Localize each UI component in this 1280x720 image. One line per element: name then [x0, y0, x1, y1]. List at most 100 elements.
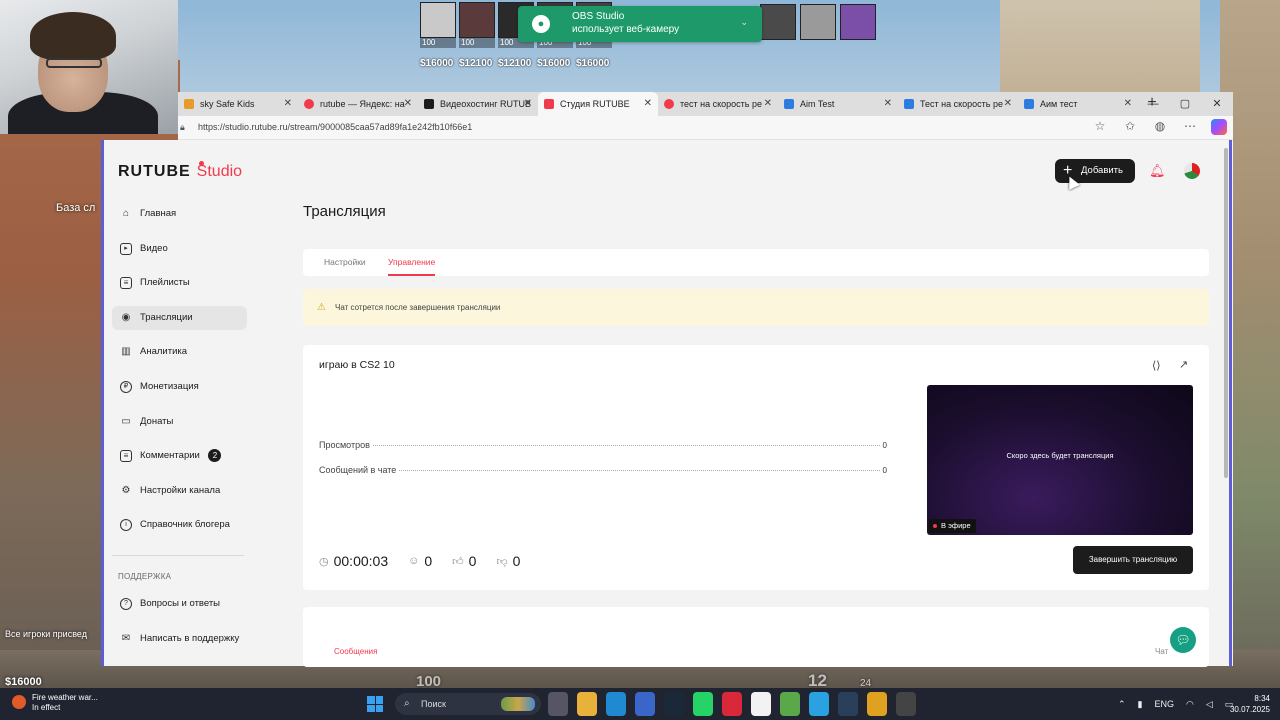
edge-icon[interactable] — [606, 692, 626, 716]
file-explorer-icon[interactable] — [577, 692, 597, 716]
maximize-icon[interactable]: ▢ — [1169, 92, 1201, 116]
player-hp: 100 — [459, 38, 495, 48]
store-icon[interactable] — [635, 692, 655, 716]
tab-label: Студия RUTUBE — [560, 99, 630, 109]
clock-icon: ◷ — [319, 555, 329, 568]
avatar[interactable] — [1184, 163, 1200, 179]
dislikes-value: 0 — [512, 553, 521, 569]
whatsapp-icon[interactable] — [693, 692, 713, 716]
tab-label: Видеохостинг RUTUB — [440, 99, 531, 109]
steam-icon[interactable] — [664, 692, 684, 716]
telegram-icon[interactable] — [809, 692, 829, 716]
close-icon[interactable]: ✕ — [404, 92, 412, 116]
more-icon[interactable]: ⋯ — [1181, 119, 1199, 135]
comments-icon: ≡ — [120, 450, 132, 463]
rutube-studio-logo[interactable]: RUTUBE Studio — [118, 161, 242, 183]
sidebar-item-monetization[interactable]: ₽ Монетизация — [112, 375, 247, 399]
hud-player: 100 $16000 — [420, 2, 456, 69]
close-icon[interactable]: ✕ — [764, 92, 772, 116]
sidebar-item-faq[interactable]: ? Вопросы и ответы — [112, 592, 247, 616]
obs-app-icon[interactable] — [896, 692, 916, 716]
taskbar-search[interactable]: ⌕ Поиск — [395, 693, 541, 715]
external-link-icon[interactable]: ↗ — [1179, 358, 1188, 371]
scrollbar-thumb[interactable] — [1224, 148, 1228, 478]
stream-preview[interactable]: Скоро здесь будет трансляция В эфире — [927, 385, 1193, 535]
tab-label: Тест на скорость ре — [920, 99, 1003, 109]
copilot-icon[interactable] — [1211, 119, 1227, 135]
tab-messages[interactable]: Сообщения — [334, 647, 377, 656]
volume-icon[interactable]: ◁ — [1206, 699, 1213, 710]
steam-2-icon[interactable] — [838, 692, 858, 716]
page-scrollbar[interactable] — [1222, 142, 1230, 664]
language-indicator[interactable]: ENG — [1155, 699, 1175, 709]
youtube-icon[interactable] — [722, 692, 742, 716]
taskbar-clock[interactable]: 8:34 30.07.2025 — [1226, 693, 1270, 715]
sidebar-item-broadcasts[interactable]: ◉ Трансляции — [112, 305, 247, 330]
star-icon[interactable]: ☆ — [1091, 119, 1109, 135]
tab-manage[interactable]: Управление — [388, 249, 435, 276]
tab-active-underline — [388, 274, 435, 276]
weather-widget[interactable]: Fire weather war... In effect — [12, 693, 98, 713]
browser-tab[interactable]: sky Safe Kids ✕ — [178, 92, 298, 116]
dislike-icon: 👎︎ — [496, 555, 508, 568]
tab-favicon — [184, 99, 194, 109]
close-icon[interactable]: ✕ — [1124, 92, 1132, 116]
weather-title: Fire weather war... — [32, 693, 98, 702]
cs2-icon[interactable] — [867, 692, 887, 716]
tab-label: Aim Test — [800, 99, 835, 109]
browser-tab[interactable]: Aim Test ✕ — [778, 92, 898, 116]
chevron-down-icon[interactable]: ⌄ — [740, 17, 748, 28]
browser-tab[interactable]: rutube — Яндекс: на ✕ — [298, 92, 418, 116]
sidebar-item-comments[interactable]: ≡ Комментарии 2 — [112, 444, 247, 468]
sidebar-item-channel-settings[interactable]: ⚙ Настройки канала — [112, 479, 247, 503]
lock-icon[interactable]: 🔒︎ — [180, 122, 185, 133]
browser-tab[interactable]: Аим тест ✕ — [1018, 92, 1138, 116]
browser-tab[interactable]: Видеохостинг RUTUB ✕ — [418, 92, 538, 116]
studio-sidebar: ⌂ Главная ▸ Видео ≡ Плейлисты ◉ Трансляц… — [112, 202, 247, 548]
clock-date: 30.07.2025 — [1229, 705, 1270, 714]
start-button-icon[interactable] — [367, 696, 383, 712]
obs-message: использует веб-камеру — [572, 24, 680, 35]
close-icon[interactable]: ✕ — [1004, 92, 1012, 116]
browser-tab[interactable]: Тест на скорость ре ✕ — [898, 92, 1018, 116]
window-controls: — ▢ ✕ — [1137, 92, 1233, 116]
obs-notification[interactable]: ● OBS Studio использует веб-камеру ⌄ — [518, 6, 762, 42]
browser-tab[interactable]: тест на скорость ре ✕ — [658, 92, 778, 116]
playlist-icon: ≡ — [120, 277, 132, 290]
tab-chat[interactable]: Чат — [1155, 647, 1168, 656]
yandex-icon[interactable] — [751, 692, 771, 716]
sidebar-item-donations[interactable]: ▭ Донаты — [112, 410, 247, 434]
sidebar-item-contact-support[interactable]: ✉ Написать в поддержку — [112, 627, 247, 651]
url-field[interactable]: https://studio.rutube.ru/stream/9000085c… — [198, 122, 472, 132]
sidebar-item-analytics[interactable]: ▥ Аналитика — [112, 340, 247, 364]
close-icon[interactable]: ✕ — [524, 92, 532, 116]
favorites-icon[interactable]: ✩ — [1121, 119, 1139, 135]
browser-tab-active[interactable]: Студия RUTUBE ✕ — [538, 92, 658, 116]
close-icon[interactable]: ✕ — [644, 92, 652, 116]
support-chat-button[interactable]: 💬︎ — [1170, 627, 1196, 653]
game-left-text: База сл — [56, 202, 96, 214]
close-icon[interactable]: ✕ — [284, 92, 292, 116]
sidebar-item-video[interactable]: ▸ Видео — [112, 237, 247, 261]
sidebar-item-home[interactable]: ⌂ Главная — [112, 202, 247, 226]
share-icon[interactable]: ⟨⟩ — [1152, 359, 1161, 372]
player-money: $12100 — [498, 58, 532, 69]
task-view-icon[interactable] — [548, 692, 568, 716]
end-stream-button[interactable]: Завершить трансляцию — [1073, 546, 1193, 574]
tab-favicon — [304, 99, 314, 109]
tab-settings[interactable]: Настройки — [324, 249, 366, 276]
close-window-icon[interactable]: ✕ — [1201, 92, 1233, 116]
profile-icon[interactable]: ◍ — [1151, 119, 1169, 135]
tray-app-icon[interactable]: ▮ — [1138, 699, 1143, 710]
minecraft-icon[interactable] — [780, 692, 800, 716]
info-icon: i — [120, 519, 132, 532]
close-icon[interactable]: ✕ — [884, 92, 892, 116]
sidebar-item-playlists[interactable]: ≡ Плейлисты — [112, 271, 247, 295]
analytics-icon: ▥ — [121, 346, 131, 358]
minimize-icon[interactable]: — — [1137, 92, 1169, 116]
comments-count-badge: 2 — [208, 449, 222, 463]
bell-icon[interactable]: 🔔︎ — [1149, 163, 1166, 179]
wifi-icon[interactable]: ◠ — [1186, 699, 1194, 710]
tray-chevron-icon[interactable]: ⌃ — [1118, 699, 1126, 710]
sidebar-item-blogger-guide[interactable]: i Справочник блогера — [112, 513, 247, 537]
